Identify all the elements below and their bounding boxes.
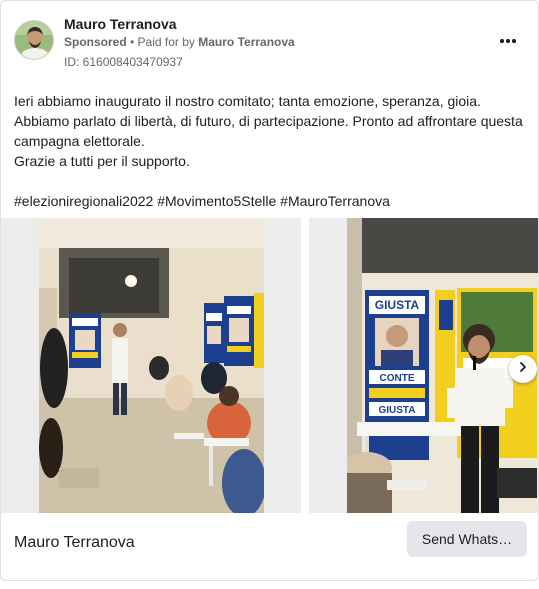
post-line: Abbiamo parlato di libertà, di futuro, d… [14, 113, 523, 149]
meta-separator: • [126, 35, 138, 49]
svg-text:GIUSTA: GIUSTA [375, 298, 420, 312]
image-carousel[interactable]: GIUSTA CONTE GIUSTA [1, 218, 538, 518]
svg-text:CONTE: CONTE [380, 373, 415, 384]
svg-text:GIUSTA: GIUSTA [378, 405, 415, 416]
post-line: Ieri abbiamo inaugurato il nostro comita… [14, 93, 481, 109]
send-whatsapp-button[interactable]: Send Whats… [407, 521, 527, 557]
carousel-photo-1 [39, 218, 264, 513]
more-options-button[interactable] [496, 31, 520, 51]
page-name[interactable]: Mauro Terranova [64, 16, 177, 32]
paid-for-prefix: Paid for by [137, 35, 199, 49]
post-text: Ieri abbiamo inaugurato il nostro comita… [14, 91, 530, 211]
carousel-slide[interactable]: GIUSTA CONTE GIUSTA [309, 218, 538, 513]
post-line: Grazie a tutti per il supporto. [14, 153, 190, 169]
footer-page-name[interactable]: Mauro Terranova [14, 534, 135, 552]
more-horizontal-icon [500, 39, 516, 43]
ad-id: ID: 616008403470937 [64, 55, 183, 69]
sponsored-label: Sponsored [64, 35, 127, 49]
chevron-right-icon [517, 360, 529, 378]
post-hashtags[interactable]: #elezioniregionali2022 #Movimento5Stelle… [14, 191, 530, 211]
ad-card: Mauro Terranova Sponsored • Paid for by … [0, 0, 539, 581]
avatar[interactable] [14, 20, 54, 60]
payer-name[interactable]: Mauro Terranova [198, 35, 294, 49]
sponsored-line: Sponsored • Paid for by Mauro Terranova [64, 35, 295, 49]
carousel-next-button[interactable] [509, 355, 537, 383]
carousel-slide[interactable] [1, 218, 301, 513]
